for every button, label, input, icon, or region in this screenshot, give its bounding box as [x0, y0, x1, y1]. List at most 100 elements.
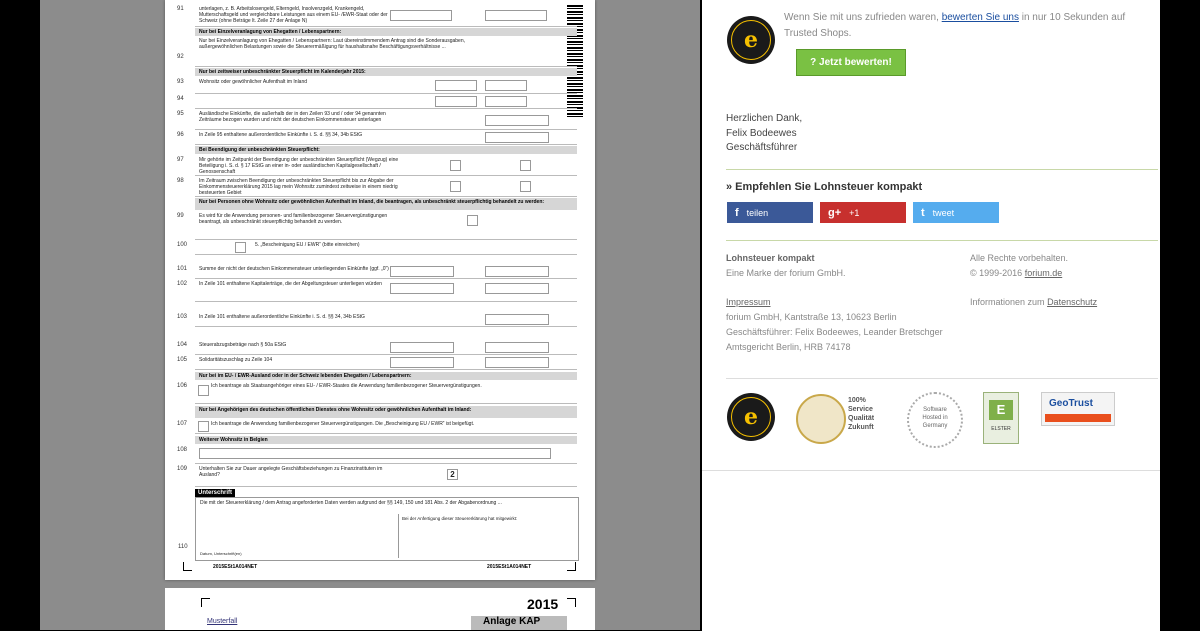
form-field[interactable] [485, 115, 549, 126]
form-field[interactable] [450, 181, 461, 192]
share-label: tweet [932, 207, 955, 218]
geotrust-badge[interactable]: GeoTrust [1041, 392, 1115, 444]
form-field[interactable] [485, 10, 547, 21]
impressum-link[interactable]: Impressum [726, 295, 943, 310]
row-number: 101 [177, 266, 188, 272]
form-field[interactable] [198, 421, 209, 432]
management-text: Geschäftsführer: Felix Bodeewes, Leander… [726, 327, 943, 337]
form-field[interactable] [390, 10, 452, 21]
form-field[interactable] [520, 181, 531, 192]
software-made-in-germany-badge[interactable]: 100% Service Qualität Zukunft [796, 392, 886, 444]
row-number: 110 [178, 544, 188, 550]
form-field[interactable] [520, 160, 531, 171]
software-hosted-in-germany-badge[interactable]: Software Hosted in Germany [905, 392, 965, 448]
helper-label: Bei der Anfertigung dieser Steuererkläru… [402, 516, 518, 521]
form-field[interactable] [485, 80, 527, 91]
row-text: Ich beantrage als Staatsangehöriger eine… [211, 383, 482, 389]
form-field[interactable] [485, 283, 549, 294]
form-title: Anlage KAP [471, 616, 567, 630]
signature-label: Datum, Unterschrift(en) [200, 551, 242, 556]
form-field[interactable] [485, 314, 549, 325]
row-text: unterlagen, z. B. Arbeitslosengeld, Elte… [199, 6, 388, 24]
signature-section-label: Unterschrift [195, 489, 236, 497]
form-field[interactable] [390, 357, 454, 368]
form-field[interactable] [198, 385, 209, 396]
form-field[interactable] [485, 342, 549, 353]
form-row: 95 Ausländische Einkünfte, die außerhalb… [177, 109, 577, 130]
tweet-button[interactable]: t tweet [913, 202, 999, 223]
form-field[interactable] [485, 132, 549, 143]
trusted-shops-seal-icon: e [727, 16, 775, 64]
badge-text: GeoTrust [1049, 398, 1093, 409]
form-row: 110 Die mit der Steuererklärung / dem An… [178, 497, 579, 561]
elster-logo-icon: E [989, 400, 1013, 420]
form-field[interactable] [235, 242, 246, 253]
form-field[interactable]: 2 [447, 469, 458, 480]
rights-text: Alle Rechte vorbehalten. [970, 253, 1069, 263]
form-row: 98 Im Zeitraum zwischen Beendigung der u… [177, 176, 577, 197]
facebook-icon: f [735, 206, 739, 219]
form-field[interactable] [450, 160, 461, 171]
form-row: 92 Nur bei Einzelveranlagung von Ehegatt… [177, 36, 577, 67]
google-plus-icon: g+ [828, 206, 842, 219]
company-address: forium GmbH, Kantstraße 13, 10623 Berlin [726, 312, 897, 322]
form-field[interactable] [485, 96, 527, 107]
form-code-right: 2015ESt1A014NET [487, 564, 532, 570]
section-header: Weiterer Wohnsitz in Belgien [195, 436, 577, 444]
page-bottom-area [702, 470, 1160, 631]
form-row: 104 Steuerabzugsbeträge nach § 50a EStG [177, 340, 577, 355]
row-text: In Zeile 101 enthaltene Kapitalerträge, … [199, 281, 382, 287]
form-field[interactable] [390, 266, 454, 277]
row-number: 95 [177, 111, 184, 117]
footer-rights: Alle Rechte vorbehalten. © 1999-2016 for… [970, 251, 1068, 281]
form-field[interactable] [199, 448, 551, 459]
form-row: 103 In Zeile 101 enthaltene außerordentl… [177, 312, 577, 327]
row-text: Wohnsitz oder gewöhnlicher Aufenthalt im… [199, 79, 308, 85]
form-field[interactable] [390, 342, 454, 353]
form-field[interactable] [485, 266, 549, 277]
signer-name: Felix Bodeewes [726, 128, 797, 139]
signature-field[interactable]: Datum, Unterschrift(en) [198, 514, 399, 558]
row-text: In Zeile 95 enthaltene außerordentliche … [199, 132, 363, 138]
signer-role: Geschäftsführer [726, 142, 798, 153]
row-number: 91 [177, 6, 184, 12]
facebook-share-button[interactable]: f teilen [727, 202, 813, 223]
elster-badge[interactable]: E ELSTER [983, 392, 1019, 444]
row-text: Die mit der Steuererklärung / dem Antrag… [200, 500, 502, 506]
crop-mark [201, 598, 210, 607]
divider [726, 240, 1158, 241]
form-code-left: 2015ESt1A014NET [213, 564, 258, 570]
form-row: 108 [177, 445, 577, 464]
row-number: 109 [177, 466, 188, 472]
form-row: 100 5. „Bescheinigung EU / EWR“ (bitte e… [177, 240, 577, 255]
row-text: Im Zeitraum zwischen Beendigung der unbe… [199, 178, 398, 196]
tax-form-page-2[interactable]: 2015 Anlage KAP Musterfall [165, 588, 595, 630]
row-text: Steuerabzugsbeträge nach § 50a EStG [199, 342, 287, 348]
row-number: 102 [177, 281, 188, 287]
row-number: 104 [177, 342, 188, 348]
form-field[interactable] [467, 215, 478, 226]
form-field[interactable] [390, 283, 454, 294]
google-plus-button[interactable]: g+ +1 [820, 202, 906, 223]
form-row: 96 In Zeile 95 enthaltene außerordentlic… [177, 130, 577, 145]
brand-name: Lohnsteuer kompakt [726, 253, 815, 263]
form-field[interactable] [435, 96, 477, 107]
crop-mark [567, 598, 576, 607]
forium-link[interactable]: forium.de [1025, 268, 1063, 278]
trusted-shops-seal-icon[interactable]: e [727, 393, 775, 441]
privacy-link[interactable]: Datenschutz [1047, 297, 1097, 307]
crop-mark [183, 562, 192, 571]
row-text: Nur bei Einzelveranlagung von Ehegatten … [199, 38, 466, 50]
form-field[interactable] [485, 357, 549, 368]
row-text: Ausländische Einkünfte, die außerhalb de… [199, 111, 386, 123]
section-header: Nur bei im EU- / EWR-Ausland oder in der… [195, 372, 577, 380]
crop-mark [567, 562, 576, 571]
row-number: 98 [177, 178, 184, 184]
form-field[interactable] [435, 80, 477, 91]
row-number: 107 [177, 421, 188, 427]
form-row: 109 Unterhalten Sie zur Dauer angelegte … [177, 464, 577, 487]
tax-form-page[interactable]: 91 unterlagen, z. B. Arbeitslosengeld, E… [165, 0, 595, 580]
review-link[interactable]: bewerten Sie uns [942, 12, 1019, 23]
rate-now-button[interactable]: ? Jetzt bewerten! [796, 49, 906, 76]
form-row: 99 Es wird für die Anwendung personen- u… [177, 211, 577, 240]
